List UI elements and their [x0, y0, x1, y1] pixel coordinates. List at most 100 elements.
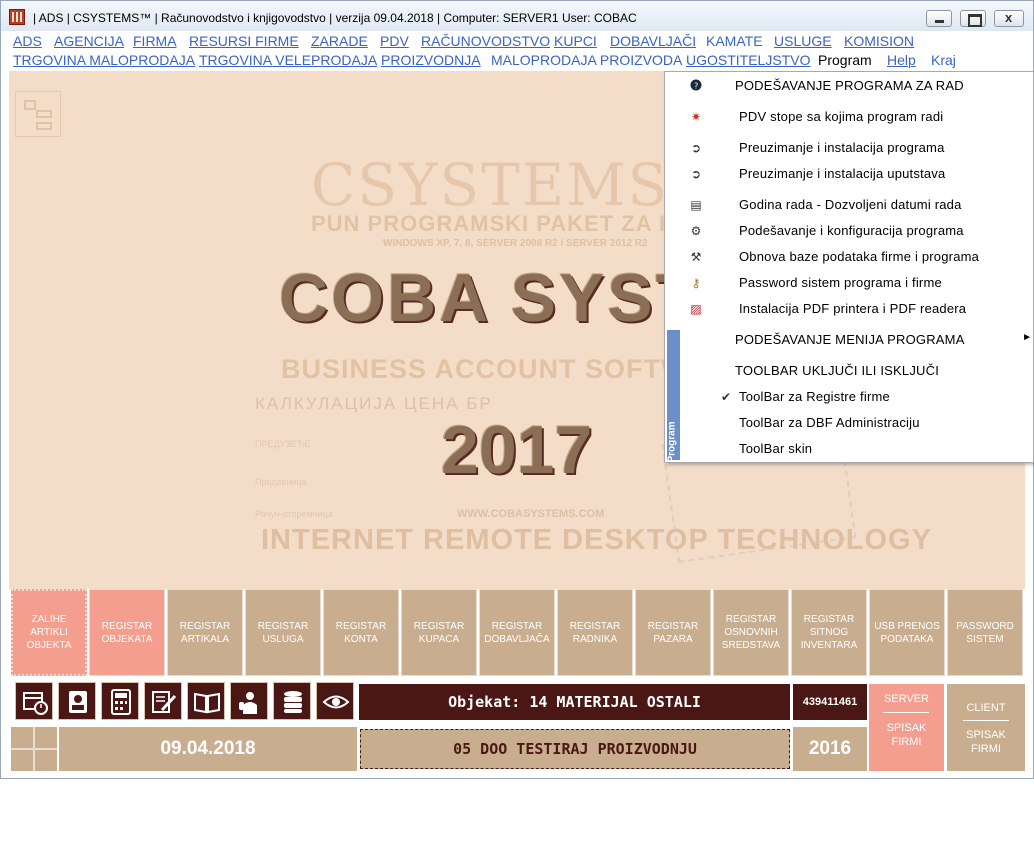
faint-text: Продавница [255, 477, 307, 487]
tree-view-icon[interactable] [15, 91, 61, 137]
calculator-icon[interactable] [101, 682, 139, 720]
client-spisak-firmi-button[interactable]: CLIENT SPISAK FIRMI [947, 684, 1025, 771]
menu-trgovina-maloprodaja[interactable]: TRGOVINA MALOPRODAJA [13, 52, 195, 68]
tools-icon: ⚒ [690, 250, 702, 264]
working-year[interactable]: 2016 [793, 727, 867, 771]
menu-firma[interactable]: FIRMA [133, 33, 177, 49]
logo-website: WWW.COBASYSTEMS.COM [457, 508, 605, 520]
edit-document-icon[interactable] [144, 682, 182, 720]
menu-bar: ADS AGENCIJA FIRMA RESURSI FIRME ZARADE … [9, 31, 1025, 71]
register-buttons-row: ZALIHE ARTIKLI OBJEKTA REGISTAR OBJEKATA… [11, 589, 1025, 677]
server-spisak-label: SPISAK FIRMI [886, 722, 927, 748]
menu-item-obnova-baze[interactable]: ⚒ Obnova baze podataka firme i programa [685, 244, 1030, 270]
menu-item-podesavanje-programa[interactable]: ? PODEŠAVANJE PROGRAMA ZA RAD [685, 73, 1030, 99]
program-dropdown-menu: Program ? PODEŠAVANJE PROGRAMA ZA RAD ✷ … [664, 71, 1034, 463]
server-label: SERVER [883, 693, 930, 705]
objekat-display: Objekat: 14 MATERIJAL OSTALI [359, 684, 790, 720]
star-icon: ✷ [690, 110, 702, 124]
book-icon[interactable] [187, 682, 225, 720]
logo-year: 2017 [441, 412, 593, 488]
menu-ads[interactable]: ADS [13, 33, 42, 49]
registar-kupaca-button[interactable]: REGISTAR KUPACA [401, 589, 477, 676]
menu-pdv[interactable]: PDV [380, 33, 409, 49]
menu-kraj[interactable]: Kraj [931, 52, 956, 68]
settings-icon: ⚙ [690, 224, 702, 238]
menu-resursi-firme[interactable]: RESURSI FIRME [189, 33, 299, 49]
menu-dobavljaci[interactable]: DOBAVLJAČI [610, 33, 696, 49]
server-spisak-firmi-button[interactable]: SERVER SPISAK FIRMI [869, 684, 944, 771]
dropdown-sidebar: Program [665, 72, 682, 463]
close-button[interactable] [994, 10, 1024, 27]
app-window: | ADS | CSYSTEMS™ | Računovodstvo i knji… [0, 0, 1034, 779]
menu-zarade[interactable]: ZARADE [311, 33, 368, 49]
menu-item-preuzimanje-programa[interactable]: ➲ Preuzimanje i instalacija programa [685, 135, 1030, 161]
menu-item-toolbar-skin[interactable]: ToolBar skin [685, 436, 1030, 462]
password-sistem-button[interactable]: PASSWORD SISTEM [947, 589, 1023, 676]
menu-ugostiteljstvo[interactable]: UGOSTITELJSTVO [686, 52, 810, 68]
calendar-clock-icon[interactable] [15, 682, 53, 720]
logo-csystems: CSYSTEMS [311, 151, 670, 219]
logo-internet: INTERNET REMOTE DESKTOP TECHNOLOGY [261, 524, 932, 556]
menu-usluge[interactable]: USLUGE [774, 33, 832, 49]
download-icon: ➲ [690, 167, 702, 181]
status-info-row: 09.04.2018 05 DOO TESTIRAJ PROIZVODNJU 2… [11, 727, 867, 771]
key-icon: ⚷ [691, 276, 701, 290]
menu-maloprodaja-proizvoda[interactable]: MALOPRODAJA PROIZVODA [491, 52, 682, 68]
menu-item-preuzimanje-uputstava[interactable]: ➲ Preuzimanje i instalacija uputstava [685, 161, 1030, 187]
faint-text: Рачун-отпремница [255, 509, 333, 519]
registar-objekata-button[interactable]: REGISTAR OBJEKATA [89, 589, 165, 676]
app-icon[interactable] [9, 9, 25, 25]
svg-text:?: ? [694, 82, 698, 91]
menu-item-toolbar-dbf[interactable]: ToolBar za DBF Administraciju [685, 410, 1030, 436]
menu-kamate[interactable]: KAMATE [706, 33, 763, 49]
usb-prenos-button[interactable]: USB PRENOS PODATAKA [869, 589, 945, 676]
registar-pazara-button[interactable]: REGISTAR PAZARA [635, 589, 711, 676]
registar-sitnog-inventara-button[interactable]: REGISTAR SITNOG INVENTARA [791, 589, 867, 676]
help-icon: ? [689, 79, 703, 93]
minimize-button[interactable] [926, 10, 952, 27]
calendar-icon: ▤ [690, 198, 702, 212]
menu-program[interactable]: Program [818, 52, 872, 68]
dropdown-sidebar-label: Program [666, 421, 678, 463]
registar-osnovnih-sredstava-button[interactable]: REGISTAR OSNOVNIH SREDSTAVA [713, 589, 789, 676]
menu-item-toolbar-header[interactable]: TOOLBAR UKLJUČI ILI ISKLJUČI [685, 358, 1030, 384]
registar-dobavljaca-button[interactable]: REGISTAR DOBAVLJAČA [479, 589, 555, 676]
menu-racunovodstvo[interactable]: RAČUNOVODSTVO [421, 33, 550, 49]
menu-item-godina-rada[interactable]: ▤ Godina rada - Dozvoljeni datumi rada [685, 192, 1030, 218]
registar-usluga-button[interactable]: REGISTAR USLUGA [245, 589, 321, 676]
menu-item-podesavanje-menija[interactable]: PODEŠAVANJE MENIJA PROGRAMA ► [685, 327, 1032, 353]
client-label: CLIENT [966, 702, 1006, 714]
menu-trgovina-veleprodaja[interactable]: TRGOVINA VELEPRODAJA [199, 52, 377, 68]
registar-artikala-button[interactable]: REGISTAR ARTIKALA [167, 589, 243, 676]
menu-item-pdv-stope[interactable]: ✷ PDV stope sa kojima program radi [685, 104, 1030, 130]
check-icon: ✔ [720, 390, 732, 404]
menu-item-toolbar-registre[interactable]: ✔ ToolBar za Registre firme [685, 384, 1030, 410]
current-firm[interactable]: 05 DOO TESTIRAJ PROIZVODNJU [360, 729, 790, 769]
current-date[interactable]: 09.04.2018 [59, 727, 357, 771]
client-spisak-label: SPISAK FIRMI [966, 729, 1006, 755]
database-icon[interactable] [273, 682, 311, 720]
registar-konta-button[interactable]: REGISTAR KONTA [323, 589, 399, 676]
menu-item-konfiguracija[interactable]: ⚙ Podešavanje i konfiguracija programa [685, 218, 1030, 244]
maximize-button[interactable] [960, 10, 986, 27]
menu-komision[interactable]: KOMISION [844, 33, 914, 49]
logo-platforms: WINDOWS XP, 7, 8, SERVER 2008 R2 i SERVE… [383, 238, 648, 249]
code-display: 439411461 [793, 684, 867, 720]
pdf-icon: ▨ [690, 302, 702, 316]
menu-kupci[interactable]: KUPCI [554, 33, 597, 49]
faint-text: ПРЕДУЗЕЋЕ [255, 439, 311, 449]
title-bar[interactable]: | ADS | CSYSTEMS™ | Računovodstvo i knji… [1, 1, 1033, 31]
submenu-arrow-icon: ► [1022, 332, 1032, 343]
menu-proizvodnja[interactable]: PROIZVODNJA [381, 52, 481, 68]
window-title: | ADS | CSYSTEMS™ | Računovodstvo i knji… [33, 11, 637, 25]
menu-help[interactable]: Help [887, 52, 916, 68]
zalihe-artikli-button[interactable]: ZALIHE ARTIKLI OBJEKTA [11, 589, 87, 676]
registar-radnika-button[interactable]: REGISTAR RADNIKA [557, 589, 633, 676]
user-phone-icon[interactable] [230, 682, 268, 720]
menu-agencija[interactable]: AGENCIJA [54, 33, 124, 49]
grid-cell[interactable] [11, 727, 57, 771]
menu-item-pdf[interactable]: ▨ Instalacija PDF printera i PDF readera [685, 296, 1030, 322]
contacts-icon[interactable] [58, 682, 96, 720]
eye-icon[interactable] [316, 682, 354, 720]
menu-item-password[interactable]: ⚷ Password sistem programa i firme [685, 270, 1030, 296]
